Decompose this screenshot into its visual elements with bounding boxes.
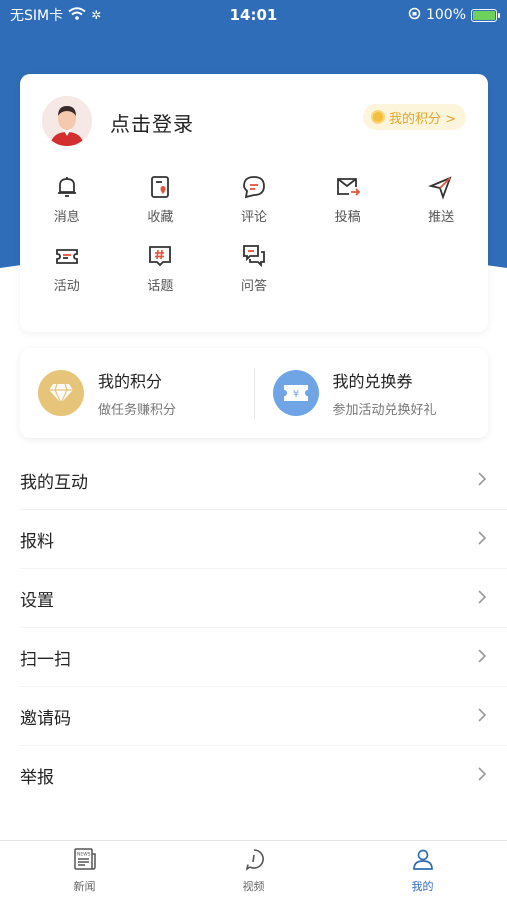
grid-label: 投稿: [334, 210, 361, 225]
coupons-title: 我的兑换券: [332, 372, 413, 391]
mail-send-icon: [335, 174, 361, 200]
send-icon: [428, 174, 454, 200]
svg-text:NEWS: NEWS: [77, 852, 91, 858]
login-prompt[interactable]: 点击登录: [110, 108, 194, 137]
chevron-right-icon: [477, 471, 487, 491]
chevron-right-icon: [477, 707, 487, 727]
list-item-report-news[interactable]: 报料: [0, 510, 507, 569]
tab-video[interactable]: 视频: [169, 841, 338, 900]
grid-label: 活动: [53, 279, 80, 294]
grid-item-events[interactable]: 活动: [20, 243, 114, 294]
video-icon: [242, 847, 266, 875]
points-pill-label: 我的积分 >: [388, 111, 456, 127]
grid-item-topics[interactable]: 话题: [114, 243, 208, 294]
tab-news[interactable]: NEWS 新闻: [0, 841, 169, 900]
grid-label: 收藏: [147, 210, 174, 225]
favorite-icon: [147, 174, 173, 200]
bottom-tab-bar: NEWS 新闻 视频 我的: [0, 840, 507, 900]
grid-label: 评论: [240, 210, 267, 225]
list-item-label: 扫一扫: [20, 650, 71, 670]
feature-grid: 消息 收藏 评论 投稿 推送 活动 话题 问答: [20, 174, 488, 294]
battery-icon: [471, 8, 500, 22]
profile-card: 点击登录 我的积分 > 消息 收藏 评论 投稿 推送 活动 话题 问答: [20, 74, 488, 332]
list-item-label: 报料: [20, 532, 54, 552]
avatar[interactable]: [42, 96, 92, 146]
user-icon: [411, 847, 435, 875]
coupons-subtitle: 参加活动兑换好礼: [332, 403, 437, 418]
diamond-icon: [38, 370, 84, 416]
chevron-right-icon: [477, 589, 487, 609]
list-item-label: 我的互动: [20, 473, 88, 493]
status-time: 14:01: [229, 6, 278, 24]
grid-label: 问答: [240, 279, 267, 294]
grid-item-push[interactable]: 推送: [394, 174, 488, 225]
list-item-scan[interactable]: 扫一扫: [0, 628, 507, 687]
chevron-right-icon: [477, 766, 487, 786]
status-bar: 无SIM卡 ✲ 14:01 100%: [0, 0, 507, 30]
grid-item-favorites[interactable]: 收藏: [114, 174, 208, 225]
my-coupons-entry[interactable]: ¥ 我的兑换券 参加活动兑换好礼: [255, 368, 489, 418]
svg-text:¥: ¥: [292, 389, 298, 400]
tab-label: 新闻: [73, 880, 96, 893]
grid-item-qa[interactable]: 问答: [207, 243, 301, 294]
comment-icon: [241, 174, 267, 200]
grid-item-comments[interactable]: 评论: [207, 174, 301, 225]
loading-icon: ✲: [91, 8, 102, 22]
chevron-right-icon: [477, 530, 487, 550]
grid-label: 推送: [428, 210, 455, 225]
tab-mine[interactable]: 我的: [338, 841, 507, 900]
list-item-label: 举报: [20, 768, 54, 788]
points-subtitle: 做任务赚积分: [98, 403, 177, 418]
list-item-label: 设置: [20, 591, 54, 611]
tab-label: 我的: [411, 880, 434, 893]
orientation-lock-icon: [408, 7, 421, 24]
battery-percent: 100%: [425, 7, 466, 23]
bell-icon: [54, 174, 80, 200]
grid-label: 话题: [147, 279, 174, 294]
hashtag-icon: [147, 243, 173, 269]
grid-item-messages[interactable]: 消息: [20, 174, 114, 225]
news-icon: NEWS: [72, 847, 98, 875]
chevron-right-icon: [477, 648, 487, 668]
list-item-invite-code[interactable]: 邀请码: [0, 687, 507, 746]
coupon-icon: ¥: [272, 370, 319, 416]
points-title: 我的积分: [98, 372, 163, 391]
qa-icon: [241, 243, 267, 269]
tab-label: 视频: [242, 880, 265, 893]
grid-item-submit[interactable]: 投稿: [301, 174, 395, 225]
list-item-my-interactions[interactable]: 我的互动: [0, 451, 507, 510]
list-item-report[interactable]: 举报: [0, 746, 507, 805]
rewards-card: 我的积分 做任务赚积分 ¥ 我的兑换券 参加活动兑换好礼: [20, 348, 488, 438]
list-item-settings[interactable]: 设置: [0, 569, 507, 628]
settings-list: 我的互动 报料 设置 扫一扫 邀请码 举报: [0, 451, 507, 805]
ticket-icon: [54, 243, 80, 269]
list-item-label: 邀请码: [20, 709, 71, 729]
my-points-pill[interactable]: 我的积分 >: [362, 104, 466, 130]
my-points-entry[interactable]: 我的积分 做任务赚积分: [20, 368, 254, 418]
coin-icon: [370, 110, 385, 124]
grid-label: 消息: [53, 210, 80, 225]
wifi-icon: [68, 6, 86, 24]
carrier-text: 无SIM卡: [10, 8, 64, 24]
